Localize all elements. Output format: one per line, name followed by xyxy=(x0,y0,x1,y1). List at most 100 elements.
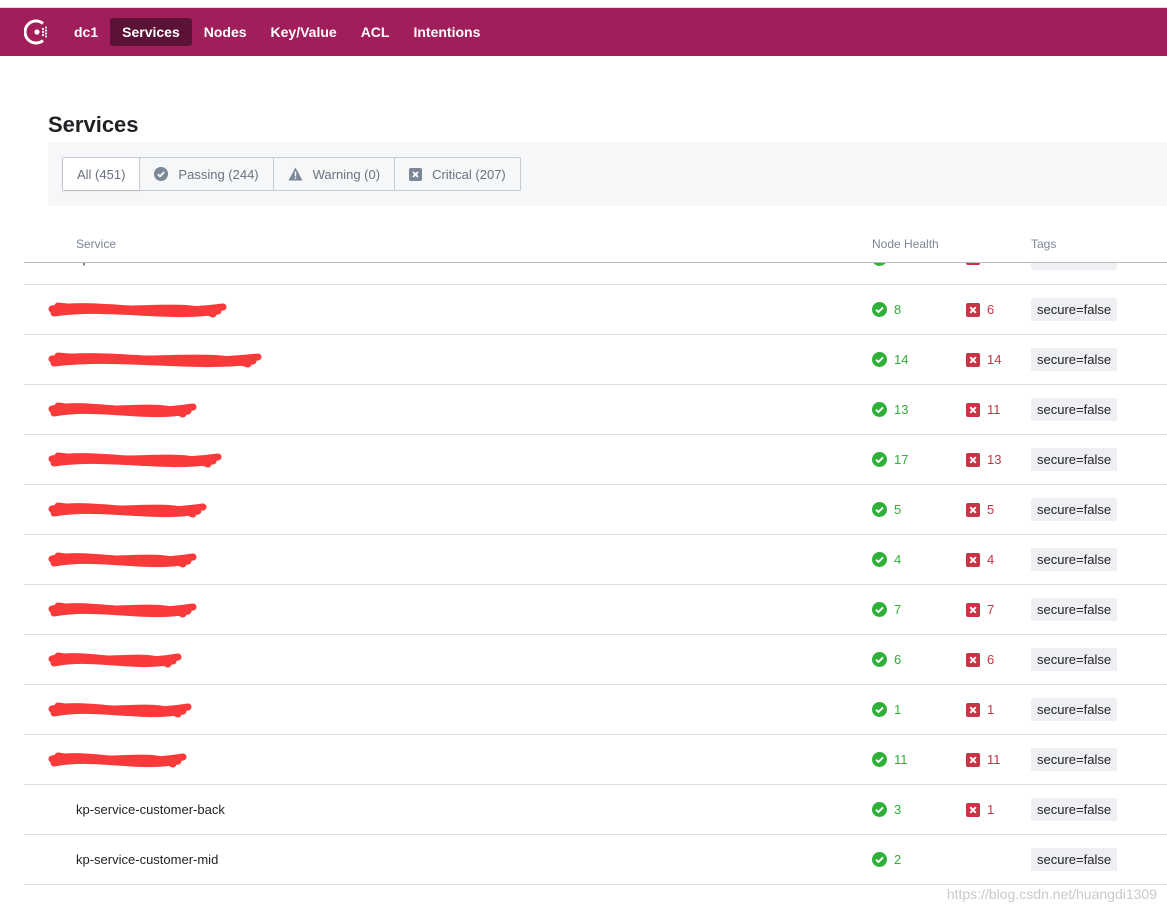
service-name[interactable]: kp-service-customer-back xyxy=(76,802,225,817)
redaction-scribble xyxy=(48,702,192,718)
passing-count: 11 xyxy=(872,752,908,767)
filter-critical-label: Critical (207) xyxy=(432,166,506,182)
redaction-scribble xyxy=(48,752,187,768)
passing-count: 6 xyxy=(872,652,901,667)
table-row[interactable]: kp-service-customer-back 3 1 secure=false xyxy=(24,785,1167,835)
tag-badge: secure=false xyxy=(1031,298,1118,321)
filter-warning[interactable]: Warning (0) xyxy=(272,158,394,190)
critical-count-value: 6 xyxy=(987,652,995,667)
filter-warning-label: Warning (0) xyxy=(312,166,381,182)
partial-table-row[interactable]: kp-server-mid-contact secure=false xyxy=(24,262,1167,284)
table-row[interactable]: kp-service-customer-mid 2 secure=false xyxy=(24,835,1167,885)
check-circle-icon xyxy=(872,402,887,417)
tag-badge: secure=false xyxy=(1031,798,1118,821)
tag-badge: secure=false xyxy=(1031,448,1118,471)
table-row[interactable]: 5 5 secure=false xyxy=(24,485,1167,535)
table-row[interactable]: 6 6 secure=false xyxy=(24,635,1167,685)
column-header-tags[interactable]: Tags xyxy=(1031,237,1056,251)
check-circle-icon xyxy=(872,802,887,817)
critical-count: 14 xyxy=(966,352,1001,367)
redaction-scribble xyxy=(48,502,207,518)
column-header-node-health[interactable]: Node Health xyxy=(872,237,939,251)
redaction-scribble xyxy=(48,552,197,568)
check-circle-icon xyxy=(872,702,887,717)
passing-count-value: 4 xyxy=(894,552,902,567)
nav-acl[interactable]: ACL xyxy=(349,18,402,46)
critical-count: 13 xyxy=(966,452,1001,467)
check-circle-icon xyxy=(872,302,887,317)
passing-count: 13 xyxy=(872,402,908,417)
passing-count: 2 xyxy=(872,852,901,867)
table-row[interactable]: 4 4 secure=false xyxy=(24,535,1167,585)
passing-count-value: 17 xyxy=(894,452,909,467)
critical-count-value: 4 xyxy=(987,552,995,567)
x-square-icon xyxy=(966,502,980,517)
filter-bar: All (451) Passing (244) Warning (0) Crit… xyxy=(48,142,1167,206)
passing-count-value: 6 xyxy=(894,652,902,667)
critical-count: 6 xyxy=(966,302,994,317)
nav-services[interactable]: Services xyxy=(110,18,192,46)
watermark: https://blog.csdn.net/huangdi1309 xyxy=(946,886,1157,902)
filter-critical[interactable]: Critical (207) xyxy=(394,158,520,190)
x-square-icon xyxy=(966,802,980,817)
tag-badge: secure=false xyxy=(1031,648,1118,671)
critical-count: 5 xyxy=(966,502,994,517)
table-row[interactable]: 8 6 secure=false xyxy=(24,285,1167,335)
table-row[interactable]: 7 7 secure=false xyxy=(24,585,1167,635)
redaction-scribble xyxy=(48,652,182,668)
row-divider xyxy=(24,884,1167,885)
passing-count-value: 14 xyxy=(894,352,909,367)
x-square-icon xyxy=(966,402,980,417)
tag-badge: secure=false xyxy=(1031,748,1118,771)
tag-badge: secure=false xyxy=(1031,498,1118,521)
table-row[interactable]: 14 14 secure=false xyxy=(24,335,1167,385)
passing-count: 7 xyxy=(872,602,901,617)
passing-count-value: 13 xyxy=(894,402,909,417)
passing-count: 4 xyxy=(872,552,901,567)
filter-passing[interactable]: Passing (244) xyxy=(139,158,272,190)
filter-all-label: All (451) xyxy=(77,166,126,182)
critical-count-value: 11 xyxy=(987,402,1001,417)
passing-count: 5 xyxy=(872,502,901,517)
x-square-icon xyxy=(409,167,423,181)
critical-count: 7 xyxy=(966,602,994,617)
check-circle-icon xyxy=(872,352,887,367)
check-circle-icon xyxy=(872,852,887,867)
table-row[interactable]: 17 13 secure=false xyxy=(24,435,1167,485)
critical-count-value: 14 xyxy=(987,352,1002,367)
x-square-icon xyxy=(966,702,980,717)
critical-count: 4 xyxy=(966,552,994,567)
table-row[interactable]: 11 11 secure=false xyxy=(24,735,1167,785)
tag-badge: secure=false xyxy=(1031,548,1118,571)
passing-count-value: 8 xyxy=(894,302,902,317)
critical-count: 1 xyxy=(966,802,994,817)
passing-count-value: 1 xyxy=(894,702,902,717)
browser-edge xyxy=(0,0,1167,8)
passing-count: 14 xyxy=(872,352,908,367)
column-header-service[interactable]: Service xyxy=(76,237,116,251)
x-square-icon xyxy=(966,752,980,767)
redaction-scribble xyxy=(48,352,262,368)
nav-key-value[interactable]: Key/Value xyxy=(259,18,349,46)
passing-count-value: 2 xyxy=(894,852,902,867)
datacenter-selector[interactable]: dc1 xyxy=(70,18,110,46)
redaction-scribble xyxy=(48,402,197,418)
consul-logo-icon[interactable] xyxy=(24,17,54,47)
tag-badge: secure=false xyxy=(1031,398,1118,421)
passing-count-value: 5 xyxy=(894,502,902,517)
table-row[interactable]: 1 1 secure=false xyxy=(24,685,1167,735)
header-divider xyxy=(24,262,1167,263)
critical-count: 11 xyxy=(966,752,1001,767)
check-circle-icon xyxy=(872,452,887,467)
service-name[interactable]: kp-service-customer-mid xyxy=(76,852,218,867)
nav-nodes[interactable]: Nodes xyxy=(192,18,259,46)
x-square-icon xyxy=(966,652,980,667)
nav-intentions[interactable]: Intentions xyxy=(401,18,492,46)
x-square-icon xyxy=(966,302,980,317)
filter-all[interactable]: All (451) xyxy=(63,158,140,190)
passing-count-value: 11 xyxy=(894,752,908,767)
redaction-scribble xyxy=(48,302,227,318)
filter-passing-label: Passing (244) xyxy=(178,166,259,182)
health-filter-group: All (451) Passing (244) Warning (0) Crit… xyxy=(62,157,521,191)
table-row[interactable]: 13 11 secure=false xyxy=(24,385,1167,435)
